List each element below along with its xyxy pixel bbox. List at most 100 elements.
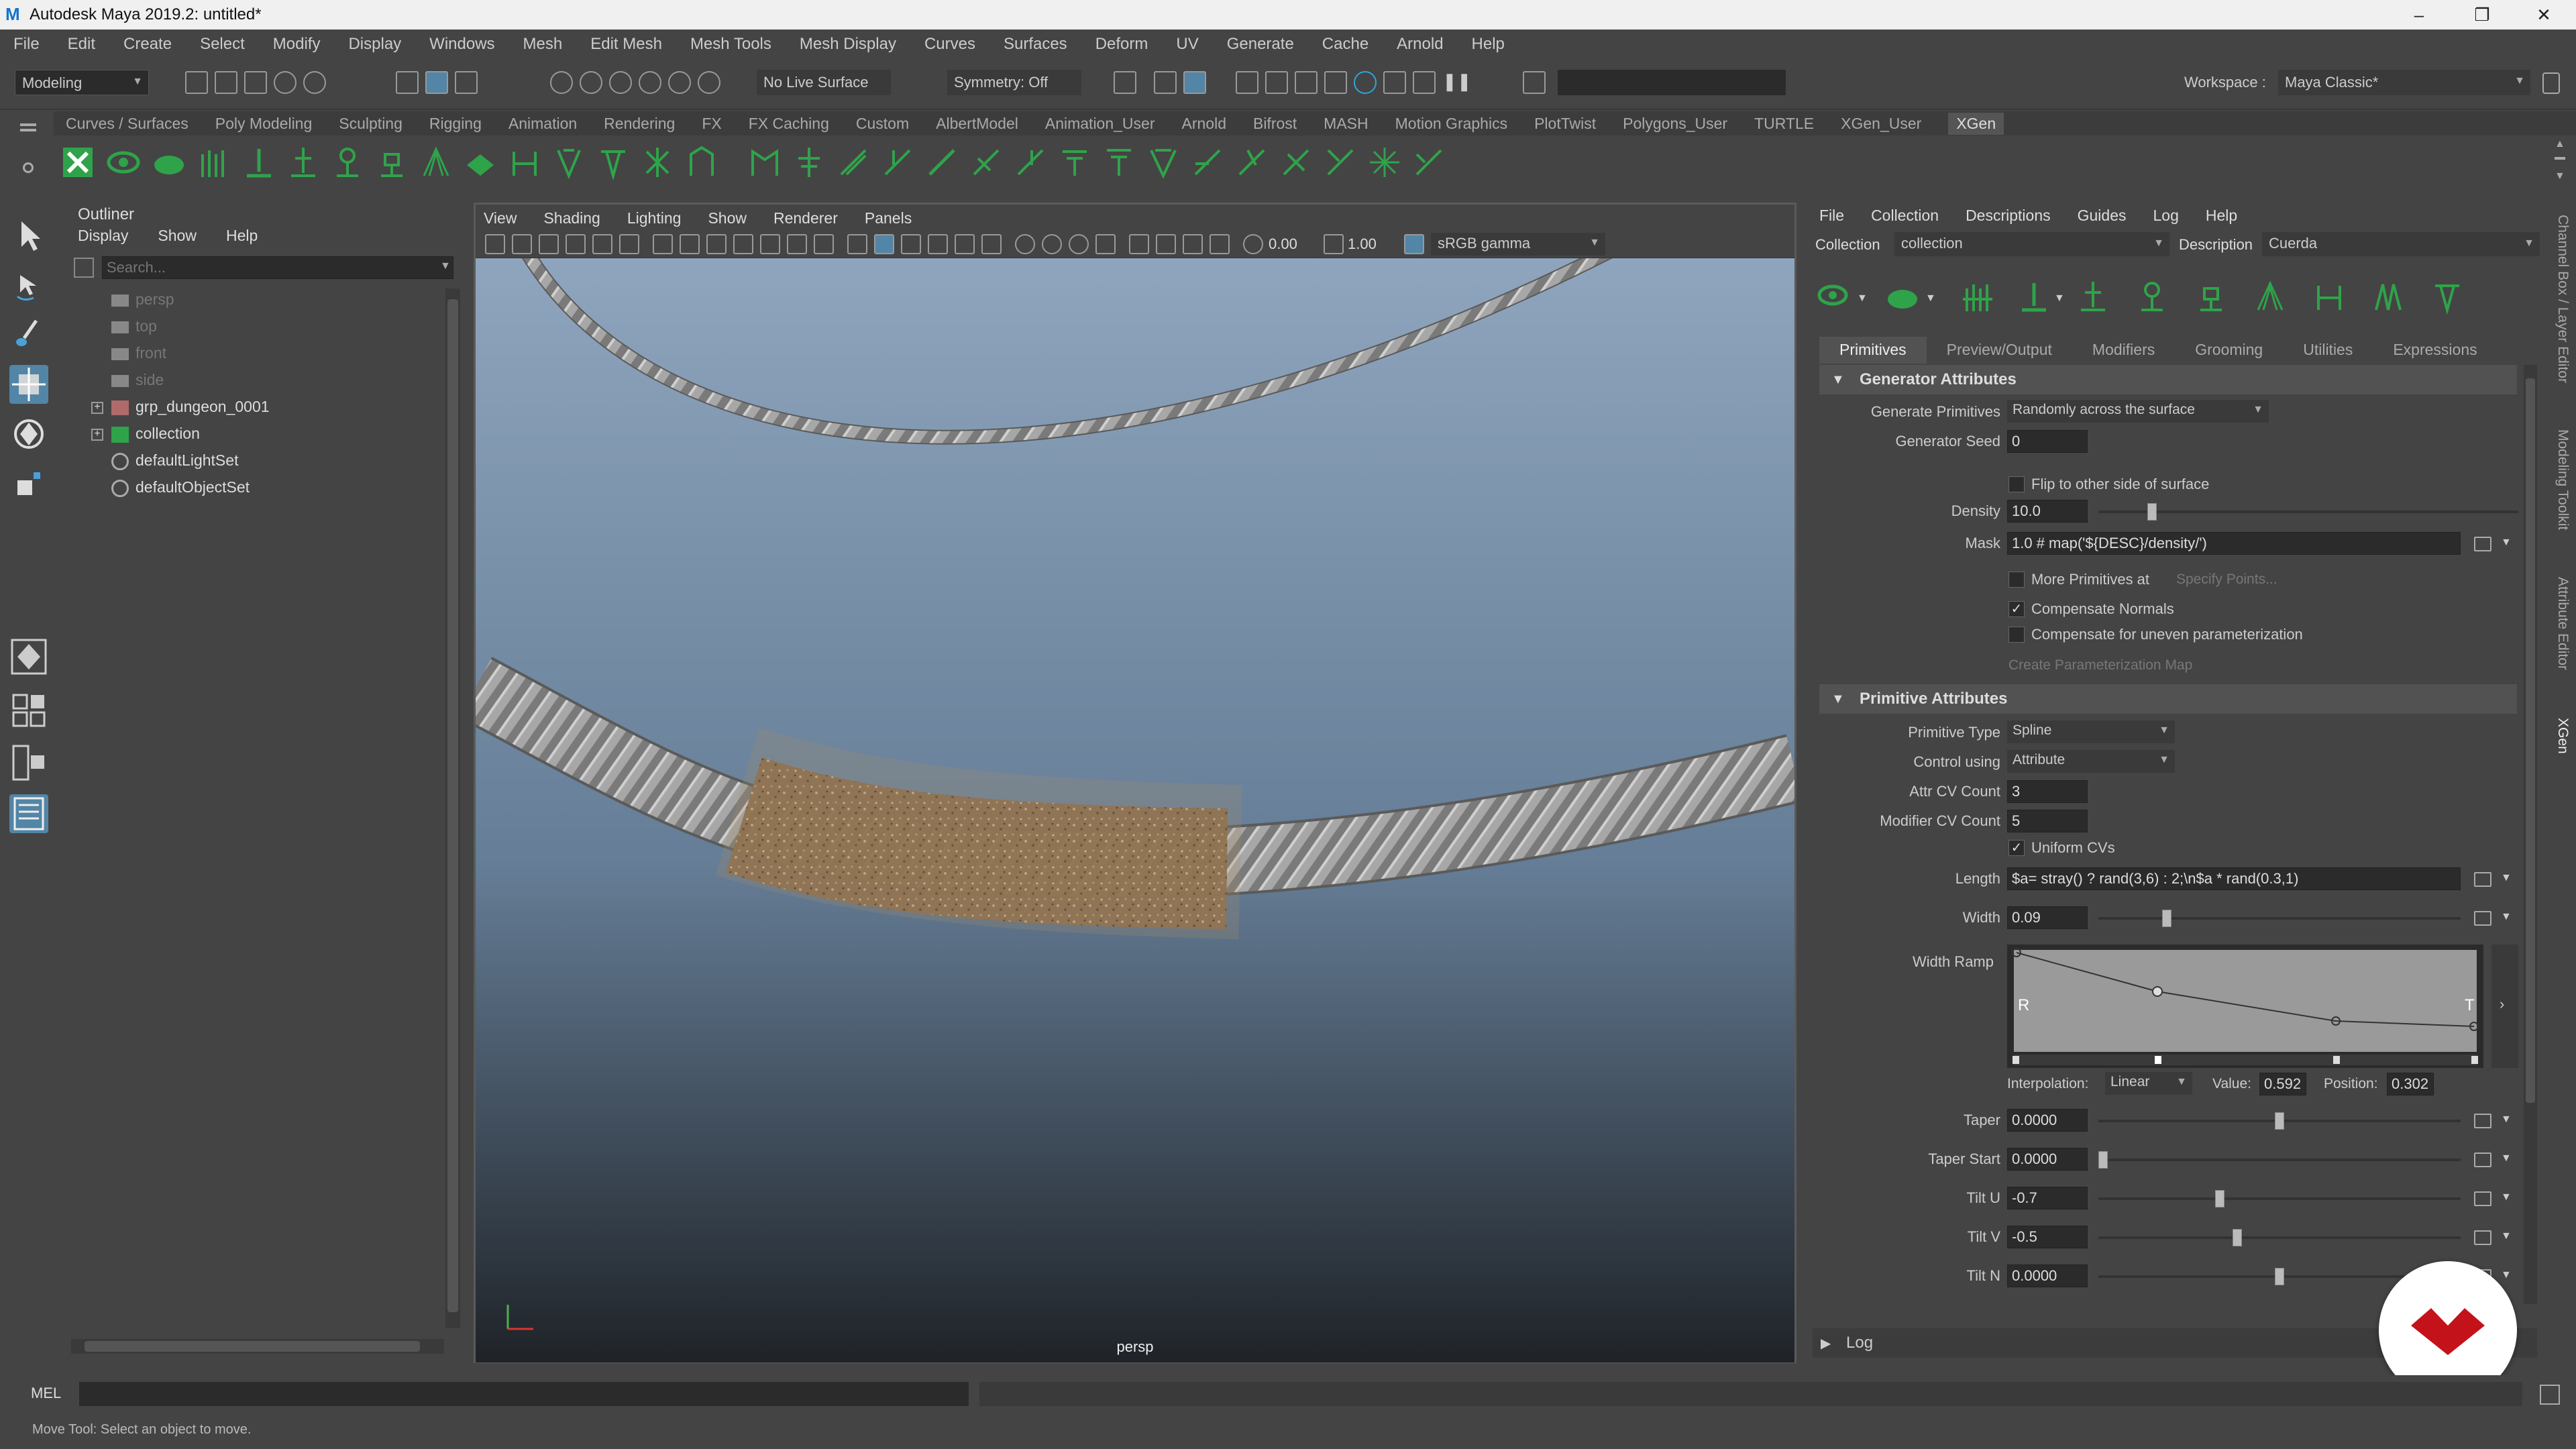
close-button[interactable]: ✕ — [2517, 0, 2571, 30]
taper-start-field[interactable]: 0.0000 — [2007, 1148, 2088, 1171]
select-object-icon[interactable] — [425, 71, 448, 94]
guide-cut-icon[interactable] — [596, 145, 631, 180]
grid-icon[interactable] — [653, 234, 673, 254]
viewport-menu-view[interactable]: View — [484, 209, 517, 227]
construction-history-icon[interactable] — [1114, 71, 1136, 94]
xgen-editor-icon[interactable] — [60, 145, 95, 180]
exposure-icon[interactable] — [1243, 234, 1263, 254]
create-description-icon[interactable] — [1885, 279, 1920, 314]
grease-pencil-icon[interactable] — [619, 234, 639, 254]
shelf-tab[interactable]: Poly Modeling — [215, 115, 312, 133]
isolate-select-icon[interactable] — [1129, 234, 1149, 254]
select-component-icon[interactable] — [455, 71, 478, 94]
tilt-u-field[interactable]: -0.7 — [2007, 1187, 2088, 1210]
density-slider-handle[interactable] — [2147, 503, 2157, 521]
shelf-tab[interactable]: Custom — [856, 115, 909, 133]
command-search-field[interactable] — [1558, 70, 1786, 95]
shelf-tab[interactable]: XGen_User — [1841, 115, 1921, 133]
chevron-down-icon[interactable]: ▼ — [1857, 292, 1868, 305]
groom-part-icon[interactable] — [1279, 145, 1313, 180]
shelf-tab[interactable]: PlotTwist — [1534, 115, 1596, 133]
render-view-icon[interactable] — [1295, 71, 1318, 94]
scroll-thumb[interactable] — [447, 299, 458, 1312]
pause-icon[interactable]: ❚❚ — [1442, 71, 1472, 94]
tab-utilities[interactable]: Utilities — [2283, 337, 2373, 364]
arnold-ipr-icon[interactable] — [1383, 71, 1406, 94]
shelf-tab[interactable]: Animation — [508, 115, 577, 133]
toggle-panel-icon[interactable] — [1523, 71, 1546, 94]
collection-dropdown[interactable]: collection ▼ — [1894, 232, 2169, 256]
shelf-tab[interactable]: FX Caching — [749, 115, 829, 133]
tilt-v-field[interactable]: -0.5 — [2007, 1226, 2088, 1248]
color-space-dropdown[interactable]: sRGB gamma ▼ — [1431, 233, 1605, 256]
groom-regions-icon[interactable] — [1411, 145, 1446, 180]
ambient-occlusion-icon[interactable] — [1015, 234, 1035, 254]
outliner-item-side[interactable]: side — [111, 366, 164, 393]
expression-editor-icon[interactable] — [2474, 1152, 2491, 1167]
preview-eye-icon[interactable] — [1817, 279, 1851, 314]
expression-editor-icon[interactable] — [2474, 872, 2491, 887]
shelf-tab[interactable]: Animation_User — [1045, 115, 1155, 133]
chevron-down-icon[interactable]: ▼ — [2555, 170, 2565, 182]
xray-icon[interactable] — [1156, 234, 1176, 254]
snap-vertex-icon[interactable] — [698, 71, 720, 94]
chevron-down-icon[interactable]: ▼ — [2501, 1114, 2512, 1126]
clumping-icon[interactable] — [2253, 279, 2288, 314]
film-gate-icon[interactable] — [680, 234, 700, 254]
add-guide-icon[interactable] — [196, 145, 231, 180]
tilt-v-slider[interactable] — [2098, 1229, 2461, 1246]
taper-field[interactable]: 0.0000 — [2007, 1109, 2088, 1132]
shelf-tab[interactable]: Rendering — [604, 115, 675, 133]
shelf-tab[interactable]: Polygons_User — [1623, 115, 1727, 133]
width-ramp-graph[interactable]: R T — [2007, 945, 2483, 1068]
chevron-down-icon[interactable]: ▼ — [1925, 292, 1936, 305]
groom-freeze-icon[interactable] — [1057, 145, 1092, 180]
outliner-item-top[interactable]: top — [111, 313, 157, 339]
xgen-menu-collection[interactable]: Collection — [1871, 207, 1939, 225]
save-scene-icon[interactable] — [244, 71, 267, 94]
guide-tool-icon[interactable] — [2017, 279, 2051, 314]
expression-editor-icon[interactable] — [2474, 1114, 2491, 1128]
width-slider[interactable] — [2098, 910, 2461, 927]
snap-view-icon[interactable] — [639, 71, 661, 94]
xgen-menu-guides[interactable]: Guides — [2078, 207, 2127, 225]
new-scene-icon[interactable] — [185, 71, 208, 94]
primitive-type-dropdown[interactable]: Spline ▼ — [2007, 720, 2175, 743]
xgen-menu-log[interactable]: Log — [2153, 207, 2178, 225]
sculpt-guides-icon[interactable] — [2076, 279, 2110, 314]
width-field[interactable]: 0.09 — [2007, 906, 2088, 929]
tab-channel-box[interactable]: Channel Box / Layer Editor — [2555, 215, 2571, 383]
guide-lock-icon[interactable] — [374, 145, 409, 180]
taper-slider[interactable] — [2098, 1112, 2461, 1130]
groom-place-icon[interactable] — [792, 145, 826, 180]
menu-surfaces[interactable]: Surfaces — [1004, 35, 1067, 54]
xray-components-icon[interactable] — [1210, 234, 1230, 254]
chevron-down-icon[interactable]: ▼ — [2501, 1230, 2512, 1242]
density-field[interactable]: 10.0 — [2007, 500, 2088, 523]
tilt-n-slider-handle[interactable] — [2275, 1268, 2284, 1285]
groom-scatter-icon[interactable] — [1367, 145, 1402, 180]
generator-seed-field[interactable]: 0 — [2007, 430, 2088, 453]
exposure-value[interactable]: 0.00 — [1269, 234, 1316, 254]
bookmark-icon[interactable] — [539, 234, 559, 254]
arnold-render-icon[interactable] — [1354, 71, 1377, 94]
chevron-down-icon[interactable]: ▼ — [2501, 872, 2512, 884]
guide-normalize-icon[interactable] — [2371, 279, 2406, 314]
control-using-dropdown[interactable]: Attribute ▼ — [2007, 750, 2175, 773]
menu-uv[interactable]: UV — [1176, 35, 1198, 54]
menu-curves[interactable]: Curves — [924, 35, 975, 54]
shelf-tab[interactable]: Rigging — [429, 115, 482, 133]
groom-noise-icon[interactable] — [1234, 145, 1269, 180]
more-primitives-checkbox[interactable] — [2008, 572, 2025, 588]
gamma-value[interactable]: 1.00 — [1348, 234, 1395, 254]
groom-grab-icon[interactable] — [880, 145, 915, 180]
camera-select-icon[interactable] — [485, 234, 505, 254]
menu-display[interactable]: Display — [348, 35, 401, 54]
menu-icon[interactable] — [20, 123, 36, 126]
wireframe-icon[interactable] — [847, 234, 867, 254]
add-guide-icon[interactable] — [1960, 279, 1995, 314]
layout-four-view-icon[interactable] — [9, 691, 48, 730]
field-chart-icon[interactable] — [760, 234, 780, 254]
layout-persp-outliner-icon[interactable] — [9, 743, 48, 782]
outliner-item-defaultobjectset[interactable]: defaultObjectSet — [111, 474, 250, 500]
